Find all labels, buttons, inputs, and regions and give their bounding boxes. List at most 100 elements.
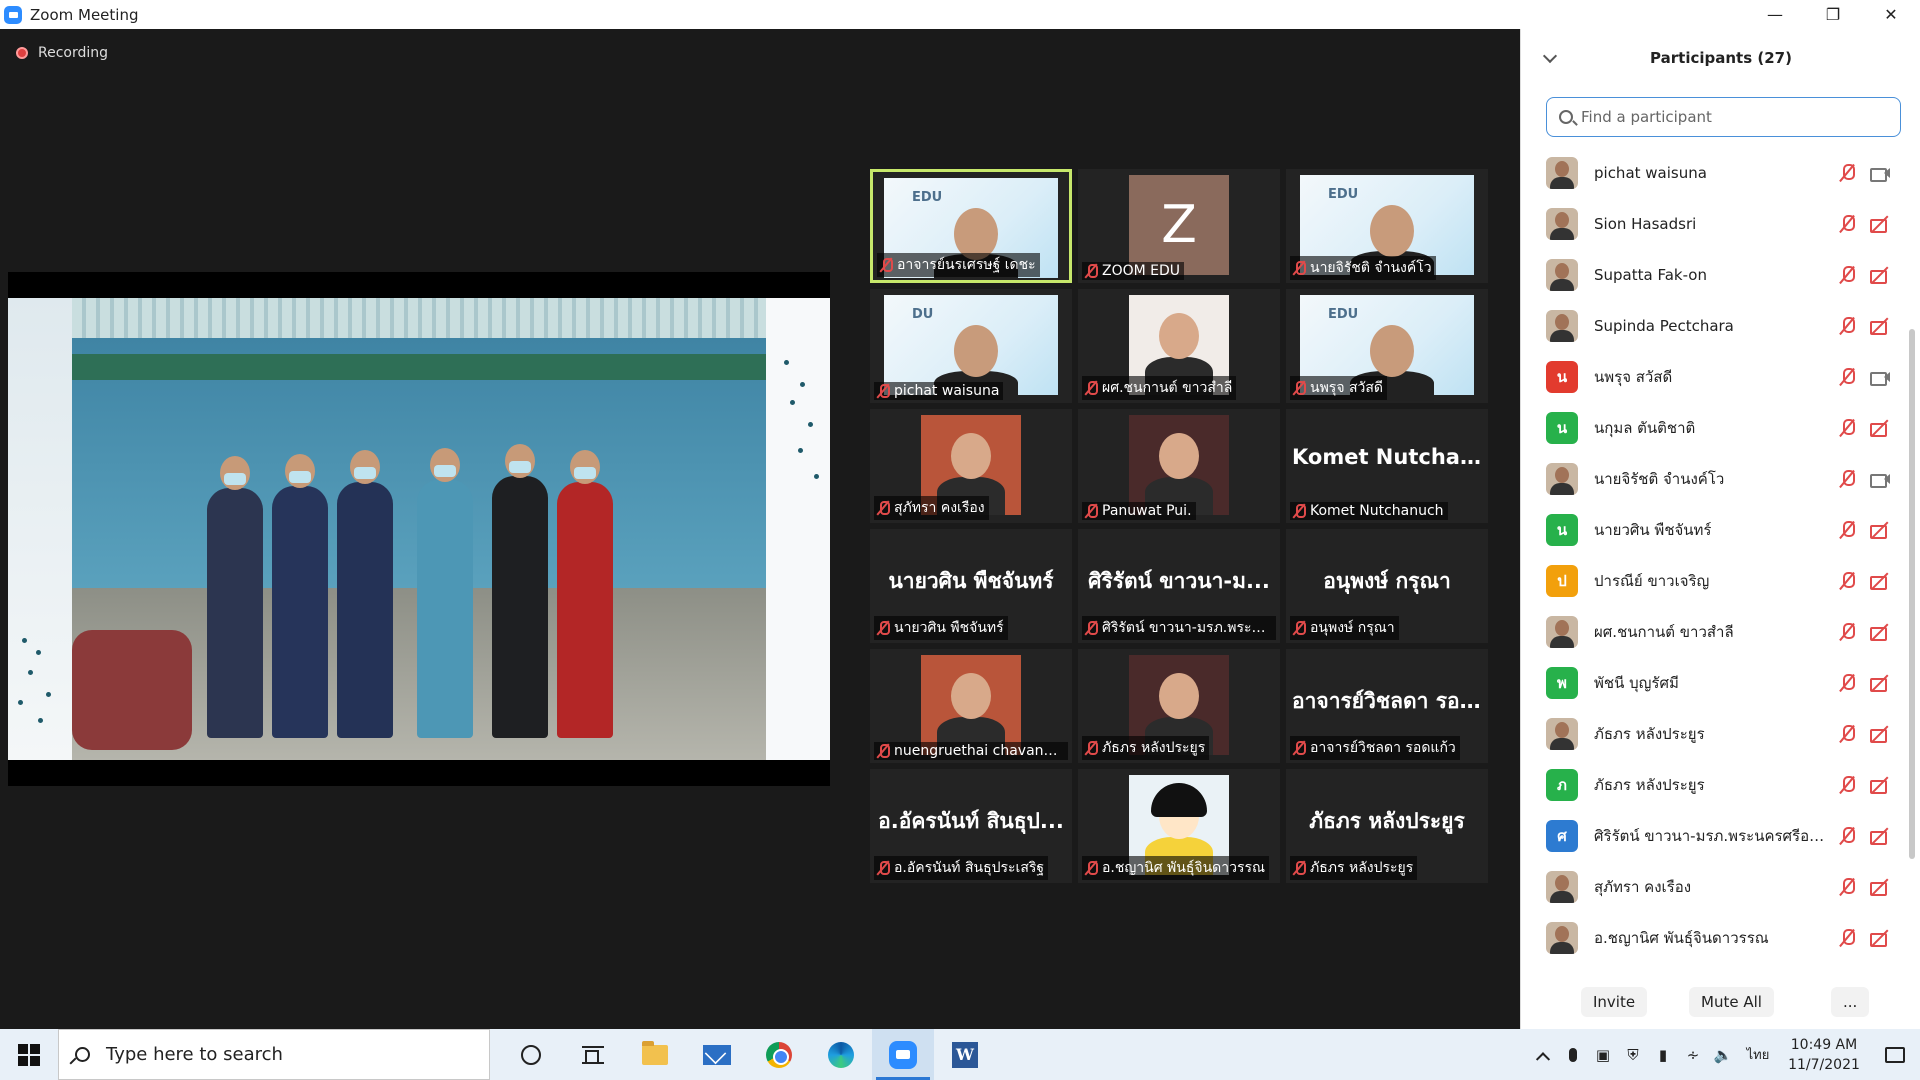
volume-tray-button[interactable]: 🔈 [1708, 1029, 1738, 1080]
minimize-button[interactable]: — [1746, 0, 1804, 29]
mic-muted-icon[interactable] [1839, 724, 1855, 744]
video-off-icon[interactable] [1869, 316, 1891, 336]
participant-row[interactable]: ภ ภัธภร หลังประยูร [1521, 759, 1901, 810]
mic-muted-icon[interactable] [1839, 622, 1855, 642]
participant-list-scrollbar[interactable] [1909, 329, 1915, 859]
taskbar-search-box[interactable]: Type here to search [58, 1029, 490, 1080]
mic-muted-icon[interactable] [1839, 775, 1855, 795]
mic-muted-icon[interactable] [1839, 418, 1855, 438]
video-camera-icon[interactable] [1869, 367, 1891, 387]
participant-row[interactable]: ผศ.ชนกานต์ ขาวสำลี [1521, 606, 1901, 657]
participant-row[interactable]: ศ ศิริรัตน์ ขาวนา-มรภ.พระนครศรีอยุธยา [1521, 810, 1901, 861]
mic-muted-icon[interactable] [1839, 469, 1855, 489]
video-off-icon[interactable] [1869, 622, 1891, 642]
video-tile[interactable]: นายวศิน พืชจันทร์ นายวศิน พืชจันทร์ [870, 529, 1072, 643]
shared-screen[interactable] [8, 272, 830, 786]
group-photo [72, 298, 766, 760]
participant-row[interactable]: น นพรุจ สวัสดี [1521, 351, 1901, 402]
video-off-icon[interactable] [1869, 571, 1891, 591]
video-tile[interactable]: EDU นายจิรัชติ จำนงค์โว [1286, 169, 1488, 283]
mic-muted-icon[interactable] [1839, 163, 1855, 183]
participant-search-input[interactable] [1581, 108, 1881, 126]
participant-row[interactable]: Supinda Pectchara [1521, 300, 1901, 351]
video-tile[interactable]: อนุพงษ์ กรุณา อนุพงษ์ กรุณา [1286, 529, 1488, 643]
mic-muted-icon[interactable] [1839, 877, 1855, 897]
mail-button[interactable] [686, 1029, 748, 1080]
close-button[interactable]: ✕ [1862, 0, 1920, 29]
cortana-button[interactable] [500, 1029, 562, 1080]
notification-center-button[interactable] [1870, 1029, 1920, 1080]
more-options-button[interactable]: ... [1831, 987, 1870, 1017]
microphone-tray-button[interactable] [1558, 1029, 1588, 1080]
participant-row[interactable]: Supatta Fak-on [1521, 249, 1901, 300]
participant-row[interactable]: นายจิรัชติ จำนงค์โว [1521, 453, 1901, 504]
mic-muted-icon[interactable] [1839, 673, 1855, 693]
video-off-icon[interactable] [1869, 928, 1891, 948]
edge-icon [828, 1041, 854, 1068]
mic-muted-icon[interactable] [1839, 928, 1855, 948]
invite-button[interactable]: Invite [1581, 987, 1648, 1017]
video-tile[interactable]: ศิริรัตน์ ขาวนา-ม... ศิริรัตน์ ขาวนา-มรภ.… [1078, 529, 1280, 643]
video-off-icon[interactable] [1869, 418, 1891, 438]
video-tile[interactable]: สุภัทรา คงเรือง [870, 409, 1072, 523]
security-tray-button[interactable]: ⛨ [1618, 1029, 1648, 1080]
mic-muted-icon[interactable] [1839, 367, 1855, 387]
show-hidden-icons-button[interactable] [1528, 1029, 1558, 1080]
collapse-chevron-icon[interactable] [1542, 48, 1558, 64]
chrome-button[interactable] [748, 1029, 810, 1080]
participant-row[interactable]: pichat waisuna [1521, 147, 1901, 198]
mute-all-button[interactable]: Mute All [1689, 987, 1774, 1017]
mic-muted-icon[interactable] [1839, 316, 1855, 336]
screen-tray-button[interactable]: ▣ [1588, 1029, 1618, 1080]
video-tile[interactable]: DU pichat waisuna [870, 289, 1072, 403]
video-off-icon[interactable] [1869, 775, 1891, 795]
video-tile[interactable]: อ.ชญานิศ พันธุ์จินดาวรรณ [1078, 769, 1280, 883]
mic-muted-icon[interactable] [1839, 214, 1855, 234]
participant-row[interactable]: สุภัทรา คงเรือง [1521, 861, 1901, 912]
input-language-button[interactable]: ไทย [1738, 1029, 1778, 1080]
video-tile[interactable]: อ.อัครนันท์ สินธุป... อ.อัครนันท์ สินธุปร… [870, 769, 1072, 883]
edge-button[interactable] [810, 1029, 872, 1080]
maximize-button[interactable]: ❐ [1804, 0, 1862, 29]
video-camera-icon[interactable] [1869, 163, 1891, 183]
video-tile[interactable]: อาจารย์วิชลดา รอ... อาจารย์วิชลดา รอดแก้ว [1286, 649, 1488, 763]
participant-row[interactable]: พ พัชนี บุญรัศมี [1521, 657, 1901, 708]
mic-muted-icon[interactable] [1839, 826, 1855, 846]
participant-row[interactable]: น นกุมล ตันติชาติ [1521, 402, 1901, 453]
mic-muted-icon[interactable] [1839, 520, 1855, 540]
mic-muted-icon[interactable] [1839, 571, 1855, 591]
video-off-icon[interactable] [1869, 214, 1891, 234]
video-off-icon[interactable] [1869, 724, 1891, 744]
video-tile[interactable]: Z ZOOM EDU [1078, 169, 1280, 283]
word-button[interactable]: W [934, 1029, 996, 1080]
participant-row[interactable]: อ.ชญานิศ พันธุ์จินดาวรรณ [1521, 912, 1901, 963]
zoom-taskbar-button[interactable] [872, 1029, 934, 1080]
video-tile[interactable]: Komet Nutchan... Komet Nutchanuch [1286, 409, 1488, 523]
video-off-icon[interactable] [1869, 877, 1891, 897]
video-tile[interactable]: ภัธภร หลังประยูร ภัธภร หลังประยูร [1286, 769, 1488, 883]
video-camera-icon[interactable] [1869, 469, 1891, 489]
wifi-tray-button[interactable]: ∻ [1678, 1029, 1708, 1080]
video-tile[interactable]: ภัธภร หลังประยูร [1078, 649, 1280, 763]
participant-row[interactable]: ภัธภร หลังประยูร [1521, 708, 1901, 759]
participant-row[interactable]: Sion Hasadsri [1521, 198, 1901, 249]
participant-row[interactable]: น นายวศิน พืชจันทร์ [1521, 504, 1901, 555]
participant-row[interactable]: ป ปารณีย์ ขาวเจริญ [1521, 555, 1901, 606]
video-off-icon[interactable] [1869, 265, 1891, 285]
video-tile[interactable]: EDU อาจารย์นรเศรษฐ์ เดชะ [870, 169, 1072, 283]
start-button[interactable] [0, 1029, 58, 1080]
video-tile[interactable]: ผศ.ชนกานต์ ขาวสำลี [1078, 289, 1280, 403]
battery-tray-button[interactable]: ▮ [1648, 1029, 1678, 1080]
participant-search-box[interactable] [1546, 97, 1901, 137]
video-off-icon[interactable] [1869, 826, 1891, 846]
file-explorer-button[interactable] [624, 1029, 686, 1080]
video-off-icon[interactable] [1869, 673, 1891, 693]
recording-indicator[interactable]: Recording [16, 45, 108, 61]
taskbar-clock[interactable]: 10:49 AM 11/7/2021 [1778, 1035, 1870, 1075]
video-tile[interactable]: EDU นพรุจ สวัสดี [1286, 289, 1488, 403]
video-tile[interactable]: nuengruethai chavanal... [870, 649, 1072, 763]
video-off-icon[interactable] [1869, 520, 1891, 540]
video-tile[interactable]: Panuwat Pui. [1078, 409, 1280, 523]
task-view-button[interactable] [562, 1029, 624, 1080]
mic-muted-icon[interactable] [1839, 265, 1855, 285]
